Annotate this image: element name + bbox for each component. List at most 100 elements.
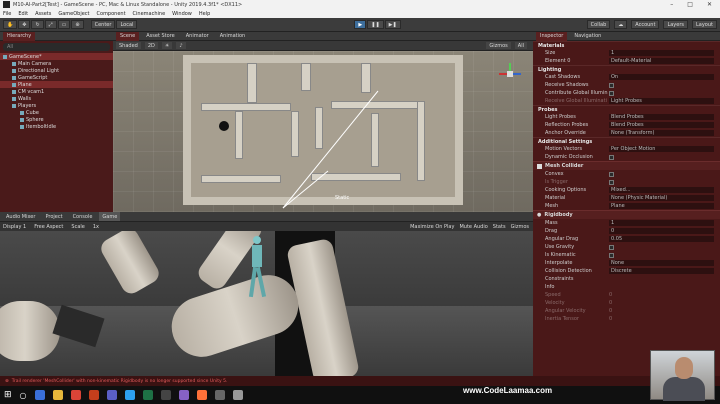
menu-cinemachine[interactable]: Cinemachine [133, 11, 166, 17]
hierarchy-item[interactable]: GameScript [0, 74, 113, 81]
anchor-override-field[interactable]: None (Transform) [609, 130, 714, 136]
maximize-on-play-toggle[interactable]: Maximize On Play [410, 224, 454, 230]
tab-game[interactable]: Game [99, 212, 121, 221]
photoshop-icon[interactable] [124, 390, 135, 400]
materials-size-field[interactable]: 1 [609, 50, 714, 56]
hand-tool-button[interactable]: ✋ [3, 20, 18, 29]
probes-header[interactable]: Probes [533, 105, 720, 113]
layers-dropdown[interactable]: Layers [663, 20, 688, 29]
hierarchy-item[interactable]: CM vcam1 [0, 88, 113, 95]
collab-button[interactable]: Collab [586, 20, 611, 29]
powerpoint-icon[interactable] [88, 390, 99, 400]
cooking-options-dropdown[interactable]: Mixed... [609, 187, 714, 193]
menu-component[interactable]: Component [97, 11, 126, 17]
shading-mode-dropdown[interactable]: Shaded [116, 42, 141, 49]
chrome-icon[interactable] [70, 390, 81, 400]
mesh-field[interactable]: Plane [609, 203, 714, 209]
lighting-header[interactable]: Lighting [533, 65, 720, 73]
pause-button[interactable]: ❚❚ [367, 20, 384, 29]
hierarchy-item[interactable]: Directional Light [0, 67, 113, 74]
scale-value[interactable]: 1x [93, 224, 99, 230]
start-icon[interactable]: ⊞ [4, 390, 12, 400]
menu-help[interactable]: Help [199, 11, 210, 17]
unity-taskbar-icon[interactable] [232, 390, 243, 400]
display-dropdown[interactable]: Display 1 [3, 224, 26, 230]
hierarchy-item[interactable]: Players [0, 102, 113, 109]
light-probes-dropdown[interactable]: Blend Probes [609, 114, 714, 120]
menu-file[interactable]: File [3, 11, 11, 17]
aspect-dropdown[interactable]: Free Aspect [34, 224, 63, 230]
info-foldout[interactable]: Info [545, 284, 609, 290]
receive-shadows-checkbox[interactable] [609, 82, 614, 88]
mass-field[interactable]: 1 [609, 220, 714, 226]
audio-icon[interactable]: ♪ [176, 42, 186, 49]
2d-toggle[interactable]: 2D [144, 42, 158, 49]
cloud-icon[interactable]: ☁ [614, 20, 628, 29]
drag-field[interactable]: 0 [609, 228, 714, 234]
rigidbody-header[interactable]: ● Rigidbody [533, 210, 720, 219]
motion-vectors-dropdown[interactable]: Per Object Motion [609, 146, 714, 152]
menu-window[interactable]: Window [172, 11, 192, 17]
is-kinematic-checkbox[interactable] [609, 252, 614, 258]
explorer-icon[interactable] [52, 390, 63, 400]
is-trigger-checkbox[interactable] [609, 179, 614, 185]
rect-tool-button[interactable]: ▭ [57, 20, 71, 29]
excel-icon[interactable] [142, 390, 153, 400]
tab-inspector[interactable]: Inspector [536, 32, 568, 41]
hierarchy-item[interactable]: Cube [0, 109, 113, 116]
angular-drag-field[interactable]: 0.05 [609, 236, 714, 242]
game-gizmos-dropdown[interactable]: Gizmos [511, 224, 529, 230]
contribute-gi-checkbox[interactable] [609, 90, 614, 96]
reflection-probes-dropdown[interactable]: Blend Probes [609, 122, 714, 128]
tab-scene[interactable]: Scene [116, 31, 140, 41]
edge-icon[interactable] [34, 390, 45, 400]
additional-settings-header[interactable]: Additional Settings [533, 137, 720, 145]
move-tool-button[interactable]: ✥ [18, 20, 31, 29]
tab-hierarchy[interactable]: Hierarchy [3, 31, 36, 41]
scene-viewport[interactable]: Static [113, 51, 533, 212]
menu-edit[interactable]: Edit [18, 11, 28, 17]
hierarchy-item[interactable]: Main Camera [0, 60, 113, 67]
teams-icon[interactable] [106, 390, 117, 400]
pivot-toggle[interactable]: Center [90, 20, 116, 29]
maximize-button[interactable]: □ [687, 1, 693, 8]
tab-audio-mixer[interactable]: Audio Mixer [3, 212, 38, 221]
tab-animation[interactable]: Animation [216, 32, 250, 41]
menu-assets[interactable]: Assets [35, 11, 51, 17]
account-dropdown[interactable]: Account [631, 20, 660, 29]
hierarchy-item-plane[interactable]: Plane [0, 81, 113, 88]
convex-checkbox[interactable] [609, 171, 614, 177]
tab-project[interactable]: Project [42, 212, 65, 221]
space-toggle[interactable]: Local [116, 20, 138, 29]
tab-animator[interactable]: Animator [182, 32, 213, 41]
firefox-icon[interactable] [196, 390, 207, 400]
material-element-field[interactable]: Default-Material [609, 58, 714, 64]
app-icon[interactable] [160, 390, 171, 400]
collision-detection-dropdown[interactable]: Discrete [609, 268, 714, 274]
transform-tool-button[interactable]: ⊕ [71, 20, 84, 29]
search-icon[interactable]: ○ [20, 391, 27, 400]
tab-console[interactable]: Console [70, 212, 96, 221]
hierarchy-item-gamescene[interactable]: GameScene* [0, 53, 113, 60]
scene-search-input[interactable]: All [514, 42, 527, 49]
mute-audio-toggle[interactable]: Mute Audio [459, 224, 487, 230]
gizmos-dropdown[interactable]: Gizmos [486, 42, 511, 49]
mesh-collider-header[interactable]: Mesh Collider [533, 161, 720, 170]
physic-material-field[interactable]: None (Physic Material) [609, 195, 714, 201]
tab-asset-store[interactable]: Asset Store [142, 32, 178, 41]
step-button[interactable]: ▶❚ [384, 20, 401, 29]
hierarchy-item[interactable]: Walls [0, 95, 113, 102]
hierarchy-item[interactable]: ItemboltIdle [0, 123, 113, 130]
tab-navigation[interactable]: Navigation [570, 32, 605, 41]
rotate-tool-button[interactable]: ↻ [31, 20, 44, 29]
constraints-foldout[interactable]: Constraints [545, 276, 609, 282]
hierarchy-search-input[interactable]: All [3, 43, 110, 51]
materials-header[interactable]: Materials [533, 41, 720, 49]
stats-toggle[interactable]: Stats [493, 224, 506, 230]
close-button[interactable]: ✕ [707, 1, 712, 8]
play-button[interactable]: ▶ [354, 20, 367, 29]
console-status-bar[interactable]: ⊗ Trail renderer 'MeshCollider' with non… [0, 376, 720, 386]
dynamic-occlusion-checkbox[interactable] [609, 154, 614, 160]
menu-gameobject[interactable]: GameObject [58, 11, 89, 17]
lighting-icon[interactable]: ☀ [161, 42, 173, 49]
